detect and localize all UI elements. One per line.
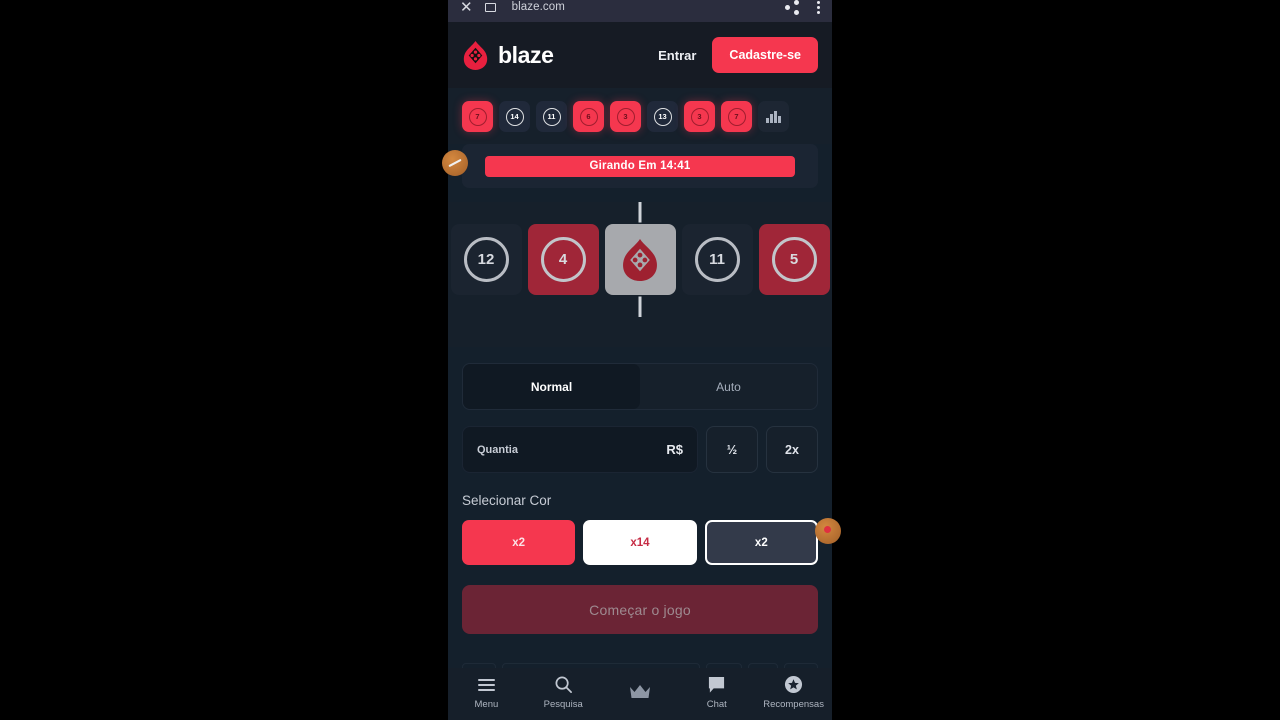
nav-item-search[interactable]: Pesquisa xyxy=(525,675,602,710)
color-options: x2 x14 x2 xyxy=(462,520,818,565)
history-value: 7 xyxy=(727,107,746,126)
phone-viewport: ✕ blaze.com blaze Entrar Cadastre-se 7 1… xyxy=(448,0,832,720)
header-actions: Entrar Cadastre-se xyxy=(658,37,818,73)
color-option-black[interactable]: x2 xyxy=(704,520,818,565)
site-header: blaze Entrar Cadastre-se xyxy=(448,22,832,88)
left-floating-badge[interactable] xyxy=(442,150,468,176)
amount-input[interactable]: Quantia R$ xyxy=(462,426,698,473)
roulette-carousel[interactable]: 12 4 11 5 xyxy=(448,202,832,317)
bar-chart-glyph xyxy=(766,110,781,123)
color-option-white[interactable]: x14 xyxy=(583,520,697,565)
history-value: 13 xyxy=(653,107,672,126)
signup-button[interactable]: Cadastre-se xyxy=(712,37,818,73)
history-tile[interactable]: 13 xyxy=(647,101,678,132)
chat-bubble-icon xyxy=(707,675,726,694)
nav-label: Pesquisa xyxy=(543,699,583,710)
timer-panel: Girando Em 14:41 xyxy=(462,144,818,188)
nav-label: Chat xyxy=(706,699,727,710)
lock-icon xyxy=(484,2,496,12)
carousel-value: 11 xyxy=(694,237,740,282)
history-value: 11 xyxy=(542,107,561,126)
timer-bar: Girando Em 14:41 xyxy=(485,155,795,177)
url-text[interactable]: blaze.com xyxy=(512,1,565,13)
history-tile[interactable]: 7 xyxy=(721,101,752,132)
amount-label: Quantia xyxy=(477,443,518,456)
history-value: 3 xyxy=(690,107,709,126)
game-container: 7 14 11 6 3 13 3 7 Girando Em 14:41 12 4… xyxy=(448,88,832,634)
share-icon[interactable] xyxy=(785,0,799,15)
carousel-pointer-icon xyxy=(638,202,642,317)
crown-icon xyxy=(629,675,651,699)
history-tile[interactable]: 7 xyxy=(462,101,493,132)
history-value: 6 xyxy=(579,107,598,126)
history-tile[interactable]: 6 xyxy=(573,101,604,132)
history-value: 14 xyxy=(505,107,524,126)
overflow-menu-icon[interactable] xyxy=(817,0,820,14)
right-floating-badge[interactable] xyxy=(815,518,841,544)
nav-item-rewards[interactable]: Recompensas xyxy=(755,675,832,710)
login-button[interactable]: Entrar xyxy=(658,48,696,63)
brand-name: blaze xyxy=(498,41,554,68)
mode-tabs: Normal Auto xyxy=(462,363,818,410)
history-tile[interactable]: 11 xyxy=(536,101,567,132)
blaze-flame-icon xyxy=(463,40,488,70)
start-game-button[interactable]: Começar o jogo xyxy=(462,585,818,634)
nav-label: Menu xyxy=(474,699,499,710)
dot-icon xyxy=(824,526,831,533)
double-amount-button[interactable]: 2x xyxy=(766,426,818,473)
select-color-title: Selecionar Cor xyxy=(462,493,552,508)
carousel-tile: 12 xyxy=(450,224,522,295)
carousel-tile: 11 xyxy=(681,224,753,295)
nav-item-crown[interactable] xyxy=(602,675,679,704)
history-tile[interactable]: 3 xyxy=(684,101,715,132)
history-value: 3 xyxy=(616,107,635,126)
carousel-value: 5 xyxy=(771,237,817,282)
tab-normal[interactable]: Normal xyxy=(463,364,640,409)
nav-label: Recompensas xyxy=(763,699,824,710)
bar-chart-icon[interactable] xyxy=(758,101,789,132)
reward-star-icon xyxy=(784,675,803,694)
history-row: 7 14 11 6 3 13 3 7 xyxy=(448,88,832,144)
search-icon xyxy=(554,675,573,694)
currency-label: R$ xyxy=(666,442,683,457)
carousel-tile: 5 xyxy=(758,224,830,295)
browser-left-group: ✕ blaze.com xyxy=(460,0,565,15)
needle-icon xyxy=(448,158,462,168)
browser-top-bar: ✕ blaze.com xyxy=(448,0,832,22)
hamburger-menu-icon xyxy=(477,675,495,694)
amount-row: Quantia R$ ½ 2x xyxy=(462,426,818,473)
history-tile[interactable]: 14 xyxy=(499,101,530,132)
carousel-filler xyxy=(448,317,832,347)
screen: ✕ blaze.com blaze Entrar Cadastre-se 7 1… xyxy=(0,0,1280,720)
carousel-value: 12 xyxy=(463,237,509,282)
history-tile[interactable]: 3 xyxy=(610,101,641,132)
carousel-tile: 4 xyxy=(527,224,599,295)
carousel-value: 4 xyxy=(540,237,586,282)
half-amount-button[interactable]: ½ xyxy=(706,426,758,473)
history-value: 7 xyxy=(468,107,487,126)
color-option-red[interactable]: x2 xyxy=(462,520,576,565)
bottom-navigation: Menu Pesquisa Chat Recompensas xyxy=(448,668,832,720)
nav-item-menu[interactable]: Menu xyxy=(448,675,525,710)
close-icon[interactable]: ✕ xyxy=(460,0,473,15)
brand-logo[interactable]: blaze xyxy=(462,40,554,70)
nav-item-chat[interactable]: Chat xyxy=(678,675,755,710)
browser-right-group xyxy=(785,0,820,15)
tab-auto[interactable]: Auto xyxy=(640,364,817,409)
